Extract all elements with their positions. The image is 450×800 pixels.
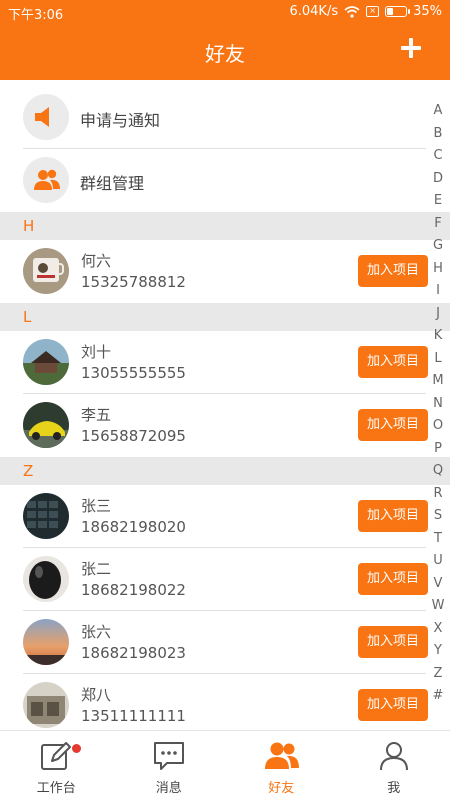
avatar	[23, 493, 69, 539]
alphabet-index[interactable]: A B C D E F G H I J K L M N O P Q R S T U V W X Y Z #	[426, 100, 450, 708]
section-header: H	[0, 212, 450, 240]
friend-name: 张二	[81, 560, 112, 578]
alphabet-letter[interactable]: J	[426, 303, 450, 326]
group-management-label: 群组管理	[80, 174, 145, 193]
battery-percent: 35%	[413, 4, 442, 19]
alphabet-letter[interactable]: P	[426, 438, 450, 461]
join-project-button[interactable]: 加入项目	[358, 626, 428, 658]
tab-label: 消息	[155, 781, 182, 796]
tab-friends[interactable]: 好友	[225, 731, 338, 800]
network-speed: 6.04K/s	[289, 4, 339, 19]
alphabet-letter[interactable]: G	[426, 235, 450, 258]
avatar	[23, 556, 69, 602]
friend-name: 张六	[81, 623, 112, 641]
tab-workbench[interactable]: 工作台	[0, 731, 113, 800]
tab-messages[interactable]: 消息	[113, 731, 226, 800]
avatar	[23, 402, 69, 448]
friend-name: 郑八	[81, 686, 112, 704]
friend-row[interactable]: 刘十 13055555555 加入项目	[0, 331, 428, 394]
join-project-button[interactable]: 加入项目	[358, 500, 428, 532]
alphabet-letter[interactable]: F	[426, 213, 450, 236]
friend-row[interactable]: 郑八 13511111111 加入项目	[0, 674, 428, 737]
group-management-item[interactable]: 群组管理	[0, 149, 426, 212]
avatar	[23, 339, 69, 385]
friend-row[interactable]: 李五 15658872095 加入项目	[0, 394, 428, 457]
alphabet-letter[interactable]: K	[426, 325, 450, 348]
apply-notification-item[interactable]: 申请与通知	[0, 86, 426, 149]
friend-name: 李五	[81, 406, 112, 424]
alphabet-letter[interactable]: T	[426, 528, 450, 551]
alphabet-letter[interactable]: R	[426, 483, 450, 506]
tab-label: 工作台	[36, 781, 76, 796]
no-sim-icon: ×	[366, 6, 380, 17]
alphabet-letter[interactable]: V	[426, 573, 450, 596]
tab-me[interactable]: 我	[338, 731, 450, 800]
message-icon	[153, 741, 185, 771]
bottom-tab-bar: 工作台 消息 好友 我	[0, 730, 450, 800]
status-indicators: 6.04K/s × 35%	[289, 4, 442, 19]
friend-row[interactable]: 张二 18682198022 加入项目	[0, 548, 428, 611]
header-bar: 下午3:06 6.04K/s × 35% 好友	[0, 0, 450, 80]
alphabet-letter[interactable]: H	[426, 258, 450, 281]
alphabet-letter[interactable]: E	[426, 190, 450, 213]
alphabet-letter[interactable]: N	[426, 393, 450, 416]
friend-row[interactable]: 张六 18682198023 加入项目	[0, 611, 428, 674]
friend-row[interactable]: 张三 18682198020 加入项目	[0, 485, 428, 548]
join-project-button[interactable]: 加入项目	[358, 563, 428, 595]
tab-label: 好友	[268, 781, 295, 796]
avatar	[23, 682, 69, 728]
avatar	[23, 619, 69, 665]
friend-name: 何六	[81, 252, 112, 270]
join-project-button[interactable]: 加入项目	[358, 689, 428, 721]
alphabet-letter[interactable]: Q	[426, 460, 450, 483]
friend-phone: 18682198020	[81, 518, 186, 536]
alphabet-letter[interactable]: U	[426, 550, 450, 573]
join-project-button[interactable]: 加入项目	[358, 255, 428, 287]
friend-phone: 15658872095	[81, 427, 186, 445]
friends-icon	[265, 741, 300, 771]
alphabet-letter[interactable]: M	[426, 370, 450, 393]
alphabet-letter[interactable]: C	[426, 145, 450, 168]
section-header: L	[0, 303, 450, 331]
alphabet-letter[interactable]: B	[426, 123, 450, 146]
wifi-icon	[344, 5, 360, 18]
alphabet-letter[interactable]: Y	[426, 640, 450, 663]
edit-icon	[40, 741, 72, 771]
alphabet-letter[interactable]: D	[426, 168, 450, 191]
join-project-button[interactable]: 加入项目	[358, 346, 428, 378]
battery-icon	[385, 6, 411, 17]
friend-phone: 15325788812	[81, 273, 186, 291]
alphabet-letter[interactable]: A	[426, 100, 450, 123]
person-icon	[378, 741, 410, 771]
tab-label: 我	[387, 781, 401, 796]
apply-notification-label: 申请与通知	[80, 111, 161, 130]
alphabet-letter[interactable]: Z	[426, 663, 450, 686]
page-title: 好友	[205, 42, 245, 66]
join-project-button[interactable]: 加入项目	[358, 409, 428, 441]
notification-badge	[72, 744, 81, 753]
friend-phone: 13055555555	[81, 364, 186, 382]
friend-list: 申请与通知 群组管理 H 何六 15325788812 加入项目 L 刘十 13055555…	[0, 86, 450, 737]
plus-icon[interactable]	[398, 36, 424, 62]
group-icon	[23, 157, 69, 203]
friend-phone: 13511111111	[81, 707, 186, 725]
friend-name: 张三	[81, 497, 112, 515]
alphabet-letter[interactable]: X	[426, 618, 450, 641]
friend-name: 刘十	[81, 343, 112, 361]
alphabet-letter[interactable]: L	[426, 348, 450, 371]
alphabet-letter[interactable]: #	[426, 685, 450, 708]
status-bar: 下午3:06 6.04K/s × 35%	[0, 0, 450, 24]
section-header: Z	[0, 457, 450, 485]
status-time: 下午3:06	[8, 8, 64, 23]
friend-row[interactable]: 何六 15325788812 加入项目	[0, 240, 428, 303]
alphabet-letter[interactable]: O	[426, 415, 450, 438]
avatar	[23, 248, 69, 294]
speaker-icon	[23, 94, 69, 140]
alphabet-letter[interactable]: I	[426, 280, 450, 303]
alphabet-letter[interactable]: S	[426, 505, 450, 528]
alphabet-letter[interactable]: W	[426, 595, 450, 618]
friend-phone: 18682198023	[81, 644, 186, 662]
friend-phone: 18682198022	[81, 581, 186, 599]
